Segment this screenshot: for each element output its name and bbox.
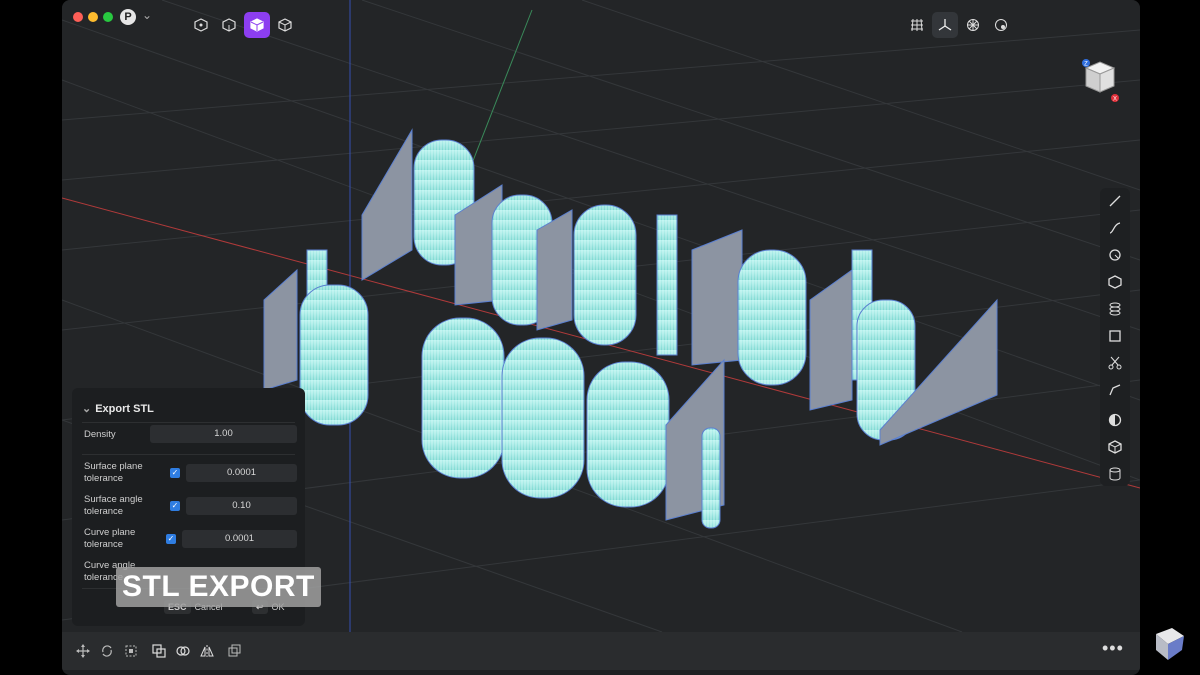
cylinder-icon[interactable]: [1105, 464, 1125, 484]
pen-icon[interactable]: [1105, 380, 1125, 400]
divider: [82, 422, 295, 423]
density-label: Density: [84, 429, 116, 440]
extrude-icon[interactable]: [1105, 299, 1125, 319]
boolean-icon[interactable]: [174, 642, 192, 660]
view-cube-icon[interactable]: Z X: [1080, 58, 1120, 102]
cube-icon[interactable]: [1105, 437, 1125, 457]
surface-angle-tolerance-field[interactable]: 0.10: [186, 497, 297, 515]
line-icon[interactable]: [1105, 191, 1125, 211]
copy-icon[interactable]: [150, 642, 168, 660]
surface-angle-tolerance-label: Surface angle tolerance: [84, 494, 143, 517]
stl-export-caption: STL EXPORT: [116, 567, 321, 607]
rotate-icon[interactable]: [98, 642, 116, 660]
polygon-icon[interactable]: [1105, 272, 1125, 292]
panel-header[interactable]: ⌄ Export STL: [82, 402, 154, 415]
3d-viewport[interactable]: P ⌄ Z X ⌄ Export STL Density 1.00 Surfac…: [62, 0, 1140, 632]
divider: [82, 454, 295, 455]
svg-text:X: X: [1113, 97, 1117, 103]
density-field[interactable]: 1.00: [150, 425, 297, 443]
solid-icon[interactable]: [216, 12, 242, 38]
surface-plane-tolerance-field[interactable]: 0.0001: [186, 464, 297, 482]
axes-icon[interactable]: [932, 12, 958, 38]
box-icon[interactable]: [272, 12, 298, 38]
sphere-icon[interactable]: [1105, 410, 1125, 430]
point-icon[interactable]: [188, 12, 214, 38]
surface-plane-tolerance-checkbox[interactable]: ✓: [170, 468, 180, 478]
chevron-down-icon[interactable]: ⌄: [82, 403, 91, 415]
panel-title: Export STL: [95, 403, 154, 415]
curve-icon[interactable]: [1105, 218, 1125, 238]
curve-plane-tolerance-field[interactable]: 0.0001: [182, 530, 297, 548]
render-icon[interactable]: [988, 12, 1014, 38]
chevron-down-icon[interactable]: ⌄: [142, 8, 152, 22]
surface-plane-tolerance-label: Surface plane tolerance: [84, 461, 143, 484]
right-toolbar: [1100, 188, 1130, 486]
more-options-button[interactable]: •••: [1102, 638, 1124, 659]
user-avatar[interactable]: P: [120, 9, 136, 25]
close-window-button[interactable]: [73, 12, 83, 22]
scissors-icon[interactable]: [1105, 353, 1125, 373]
mirror-icon[interactable]: [198, 642, 216, 660]
surface-angle-tolerance-checkbox[interactable]: ✓: [170, 501, 180, 511]
maximize-window-button[interactable]: [103, 12, 113, 22]
svg-text:Z: Z: [1084, 62, 1088, 68]
grid-icon[interactable]: [904, 12, 930, 38]
arc-icon[interactable]: [1105, 245, 1125, 265]
curve-plane-tolerance-checkbox[interactable]: ✓: [166, 534, 176, 544]
plasticity-logo-icon: [1156, 628, 1184, 660]
curve-plane-tolerance-label: Curve plane tolerance: [84, 527, 136, 550]
duplicate-icon[interactable]: [226, 642, 244, 660]
scale-icon[interactable]: [122, 642, 140, 660]
snap-icon[interactable]: [960, 12, 986, 38]
bottom-toolbar: •••: [62, 632, 1140, 670]
mode-toolbar: [188, 12, 298, 38]
minimize-window-button[interactable]: [88, 12, 98, 22]
move-icon[interactable]: [74, 642, 92, 660]
view-toolbar: [904, 12, 1014, 38]
mesh-icon[interactable]: [244, 12, 270, 38]
rectangle-icon[interactable]: [1105, 326, 1125, 346]
